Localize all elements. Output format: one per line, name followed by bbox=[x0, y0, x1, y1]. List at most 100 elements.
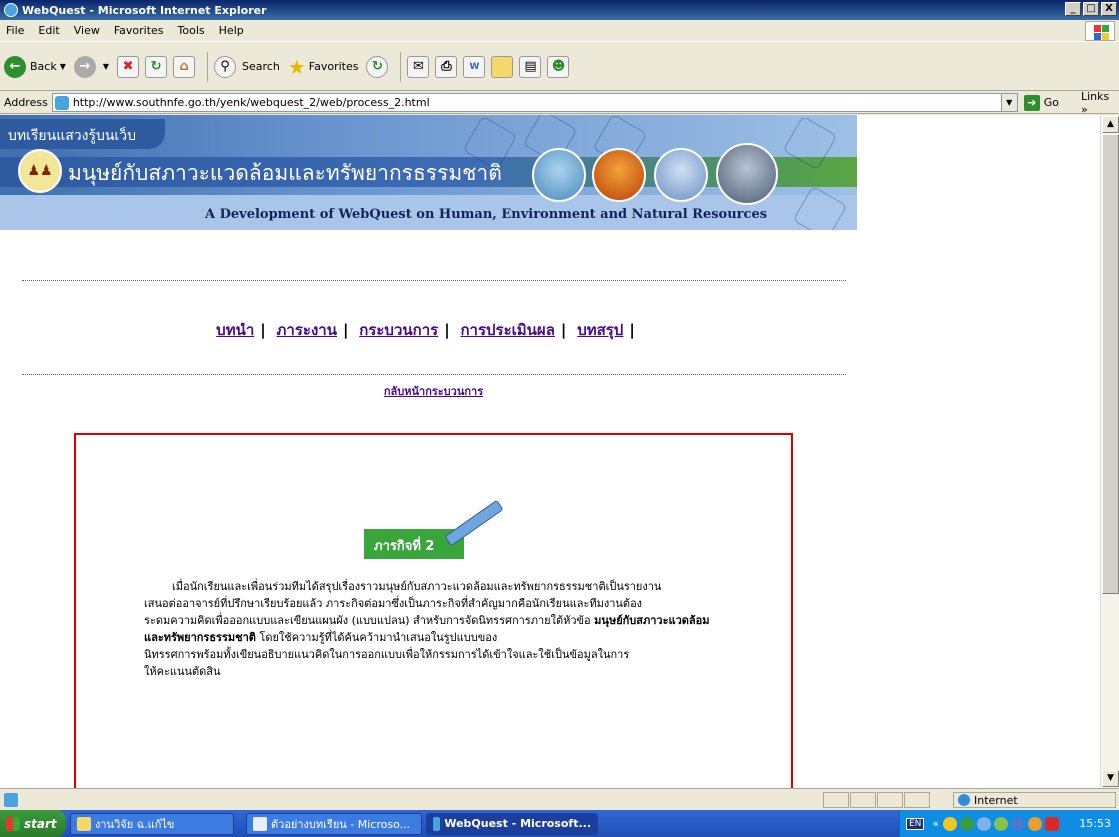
scroll-thumb[interactable] bbox=[1102, 134, 1119, 594]
window-controls: _ □ X bbox=[1065, 2, 1117, 16]
taskbar: start งานวิจัย ฉ.แก้ไข ตัวอย่างบทเรียน -… bbox=[0, 810, 1119, 837]
back-dropdown-icon[interactable]: ▼ bbox=[60, 62, 66, 71]
network-icon[interactable] bbox=[960, 816, 975, 831]
start-button[interactable]: start bbox=[0, 810, 66, 837]
maximize-button[interactable]: □ bbox=[1083, 2, 1099, 16]
body-line: นิทรรศการพร้อมทั้งเขียนอธิบายแนวคิดในการ… bbox=[144, 648, 630, 661]
monitor-icon[interactable] bbox=[1011, 816, 1026, 831]
ie-icon bbox=[4, 3, 18, 17]
status-pane bbox=[904, 792, 930, 808]
banner-thai-title: มนุษย์กับสภาวะแวดล้อมและทรัพยากรธรรมชาติ bbox=[68, 161, 502, 185]
research-icon[interactable]: ▤ bbox=[519, 55, 542, 78]
history-icon[interactable]: ↻ bbox=[366, 55, 389, 78]
search-icon: ⚲ bbox=[214, 55, 237, 78]
status-bar: Internet bbox=[0, 788, 1119, 810]
back-arrow-icon: ← bbox=[4, 55, 26, 78]
page-viewport: บทเรียนแสวงรู้บนเว็บ ♟♟ มนุษย์กับสภาวะแว… bbox=[0, 115, 1100, 788]
vertical-scrollbar[interactable]: ▲ ▼ bbox=[1100, 115, 1119, 788]
go-button[interactable]: ➜ Go bbox=[1023, 94, 1059, 111]
forward-dropdown-icon[interactable]: ▼ bbox=[103, 62, 109, 71]
language-indicator[interactable]: EN bbox=[906, 817, 925, 830]
status-pane bbox=[823, 792, 849, 808]
volume-icon[interactable] bbox=[1028, 816, 1043, 831]
bird-photo-icon bbox=[654, 148, 708, 202]
home-icon[interactable]: ⌂ bbox=[173, 55, 196, 78]
search-label: Search bbox=[242, 60, 280, 73]
print-icon[interactable]: ⎙ bbox=[435, 55, 458, 78]
taskbar-item-webquest[interactable]: WebQuest - Microsoft... bbox=[426, 812, 598, 835]
address-input[interactable]: http://www.southnfe.go.th/yenk/webquest_… bbox=[51, 93, 1018, 112]
menu-view[interactable]: View bbox=[74, 24, 100, 37]
edit-word-icon[interactable]: W bbox=[463, 55, 486, 78]
people-logo-icon: ♟♟ bbox=[18, 149, 62, 193]
ie-window: WebQuest - Microsoft Internet Explorer _… bbox=[0, 0, 1119, 837]
body-line: เมื่อนักเรียนและเพื่อนร่วมทีมได้สรุปเรื่… bbox=[172, 580, 662, 593]
favorites-star-icon: ★ bbox=[287, 54, 306, 79]
dotted-divider bbox=[22, 374, 846, 375]
page-icon bbox=[54, 95, 69, 110]
app-tray-icon[interactable] bbox=[994, 816, 1009, 831]
address-url: http://www.southnfe.go.th/yenk/webquest_… bbox=[72, 96, 430, 109]
refresh-icon[interactable]: ↻ bbox=[145, 55, 168, 78]
mission-description: เมื่อนักเรียนและเพื่อนร่วมทีมได้สรุปเรื่… bbox=[144, 578, 724, 680]
windows-logo-icon bbox=[1085, 21, 1115, 41]
show-hidden-icons-icon[interactable]: « bbox=[932, 817, 939, 830]
back-to-process-link[interactable]: กลับหน้ากระบวนการ bbox=[0, 382, 867, 400]
status-panes bbox=[823, 792, 931, 808]
shield-icon[interactable] bbox=[943, 816, 958, 831]
forward-arrow-icon: → bbox=[73, 55, 96, 78]
scroll-up-button[interactable]: ▲ bbox=[1102, 116, 1119, 133]
search-button[interactable]: ⚲ Search bbox=[214, 55, 280, 78]
nav-link-conclusion[interactable]: บทสรุป bbox=[577, 321, 623, 339]
body-line: เสนอต่ออาจารย์ที่ปรึกษาเรียบร้อยแล้ว ภาร… bbox=[144, 597, 643, 610]
close-button[interactable]: X bbox=[1101, 2, 1117, 16]
minimize-button[interactable]: _ bbox=[1065, 2, 1081, 16]
folder-icon bbox=[77, 816, 91, 831]
banner-tag: บทเรียนแสวงรู้บนเว็บ bbox=[0, 119, 165, 149]
go-arrow-icon: ➜ bbox=[1023, 94, 1040, 111]
mail-icon[interactable]: ✉ bbox=[407, 55, 430, 78]
links-button[interactable]: Links » bbox=[1081, 90, 1119, 116]
toolbar-separator bbox=[400, 51, 402, 82]
title-bar: WebQuest - Microsoft Internet Explorer _… bbox=[0, 0, 1119, 20]
address-dropdown-icon[interactable]: ▼ bbox=[1000, 94, 1017, 111]
back-button[interactable]: ← Back ▼ bbox=[4, 55, 66, 78]
status-pane bbox=[877, 792, 903, 808]
printer-icon[interactable] bbox=[977, 816, 992, 831]
folder-icon[interactable] bbox=[491, 55, 514, 78]
menu-tools[interactable]: Tools bbox=[178, 24, 205, 37]
site-banner: บทเรียนแสวงรู้บนเว็บ ♟♟ มนุษย์กับสภาวะแว… bbox=[0, 115, 857, 230]
window-title: WebQuest - Microsoft Internet Explorer bbox=[22, 3, 267, 17]
forward-button[interactable]: → ▼ bbox=[73, 55, 109, 78]
ie-icon bbox=[433, 816, 441, 831]
menu-favorites[interactable]: Favorites bbox=[114, 24, 164, 37]
windows-flag-icon bbox=[6, 816, 20, 831]
standard-toolbar: ← Back ▼ → ▼ ✖ ↻ ⌂ ⚲ Search ★ Favorites … bbox=[0, 43, 1119, 91]
status-pane bbox=[850, 792, 876, 808]
nav-link-process[interactable]: กระบวนการ bbox=[359, 321, 438, 339]
menu-edit[interactable]: Edit bbox=[38, 24, 59, 37]
back-label: Back bbox=[30, 60, 57, 73]
favorites-label: Favorites bbox=[308, 60, 359, 73]
menu-file[interactable]: File bbox=[6, 24, 24, 37]
body-line: ให้คะแนนตัดสิน bbox=[144, 665, 221, 678]
beach-photo-icon bbox=[532, 148, 586, 202]
mission-content-box: ภารกิจที่ 2 เมื่อนักเรียนและเพื่อนร่วมที… bbox=[74, 433, 793, 788]
messenger-icon[interactable]: ☻ bbox=[547, 55, 570, 78]
page-nav: บทนำ | ภาระงาน | กระบวนการ | การประเมินผล | … bbox=[216, 321, 635, 339]
address-label: Address bbox=[4, 96, 48, 109]
city-photo-icon bbox=[716, 143, 778, 205]
body-line: ระดมความคิดเพื่อออกแบบและเขียนแผนผัง (แบ… bbox=[144, 612, 724, 646]
favorites-button[interactable]: ★ Favorites bbox=[288, 55, 359, 79]
nav-link-evaluation[interactable]: การประเมินผล bbox=[460, 321, 554, 339]
antivirus-icon[interactable] bbox=[1045, 816, 1060, 831]
taskbar-item-folder[interactable]: งานวิจัย ฉ.แก้ไข bbox=[70, 812, 234, 835]
taskbar-item-word[interactable]: ตัวอย่างบทเรียน - Microso... bbox=[246, 812, 422, 835]
start-label: start bbox=[24, 816, 57, 831]
body-line-text: ระดมความคิดเพื่อออกแบบและเขียนแผนผัง (แบ… bbox=[144, 614, 591, 627]
stop-icon[interactable]: ✖ bbox=[117, 55, 140, 78]
scroll-down-button[interactable]: ▼ bbox=[1102, 770, 1119, 787]
nav-link-task[interactable]: ภาระงาน bbox=[277, 321, 337, 339]
menu-help[interactable]: Help bbox=[219, 24, 244, 37]
nav-link-intro[interactable]: บทนำ bbox=[216, 321, 254, 339]
